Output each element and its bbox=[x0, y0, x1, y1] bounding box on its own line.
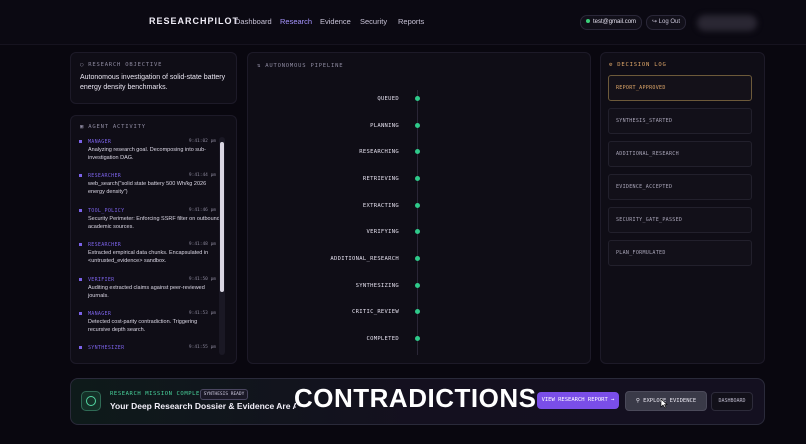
role-marker-icon bbox=[79, 174, 82, 177]
overlay-caption: CONTRADICTIONS bbox=[294, 383, 537, 413]
stage-complete-icon bbox=[415, 256, 420, 261]
activity-item: RESEARCHER 9:41:44 pm web_search("solid … bbox=[79, 173, 220, 196]
nav-security[interactable]: Security bbox=[360, 17, 387, 26]
objective-title-text: RESEARCH OBJECTIVE bbox=[88, 62, 163, 68]
decision-item[interactable]: PLAN_FORMULATED bbox=[608, 240, 752, 266]
nav-dashboard[interactable]: Dashboard bbox=[235, 17, 272, 26]
nav-divider bbox=[0, 44, 806, 45]
user-email-badge: test@gmail.com bbox=[580, 15, 642, 30]
activity-icon: ▣ bbox=[80, 124, 85, 130]
role-marker-icon bbox=[79, 346, 82, 349]
activity-time: 9:41:48 pm bbox=[188, 242, 216, 247]
pipeline-icon: ⇅ bbox=[257, 63, 262, 69]
stage-complete-icon bbox=[415, 336, 420, 341]
decision-item[interactable]: SYNTHESIS_STARTED bbox=[608, 108, 752, 134]
pipeline-spine bbox=[417, 90, 418, 355]
nav-research[interactable]: Research bbox=[280, 17, 312, 26]
stage-complete-icon bbox=[415, 283, 420, 288]
banner-title: Your Deep Research Dossier & Evidence Ar… bbox=[110, 401, 296, 411]
stage-complete-icon bbox=[415, 176, 420, 181]
pipeline-title: ⇅ AUTONOMOUS PIPELINE bbox=[257, 63, 343, 69]
stage-label: PLANNING bbox=[370, 123, 399, 129]
scrollbar-thumb[interactable] bbox=[220, 142, 224, 292]
activity-time: 9:41:44 pm bbox=[188, 173, 216, 178]
activity-message: Security Perimeter: Enforcing SSRF filte… bbox=[88, 216, 220, 230]
activity-title: ▣ AGENT ACTIVITY bbox=[80, 124, 146, 130]
activity-message: web_search("solid state battery 500 Wh/k… bbox=[88, 181, 207, 195]
stage-complete-icon bbox=[415, 96, 420, 101]
stage-complete-icon bbox=[415, 229, 420, 234]
activity-message: Extracted empirical data chunks. Encapsu… bbox=[88, 250, 209, 264]
dashboard-button[interactable]: DASHBOARD bbox=[711, 392, 753, 411]
stage-label: COMPLETED bbox=[366, 336, 399, 342]
stage-complete-icon bbox=[415, 203, 420, 208]
stage-label: SYNTHESIZING bbox=[355, 283, 399, 289]
role-marker-icon bbox=[79, 140, 82, 143]
check-circle-icon bbox=[81, 391, 101, 411]
stage-label: ADDITIONAL_RESEARCH bbox=[330, 256, 399, 262]
objective-title: ◯ RESEARCH OBJECTIVE bbox=[80, 62, 162, 68]
activity-time: 9:41:46 pm bbox=[188, 208, 216, 213]
evidence-icon: ⚲ bbox=[635, 398, 640, 404]
pipeline-title-text: AUTONOMOUS PIPELINE bbox=[265, 63, 344, 69]
logout-button[interactable]: ↪ Log Out bbox=[646, 15, 686, 30]
stage-complete-icon bbox=[415, 309, 420, 314]
activity-time: 9:41:55 pm bbox=[188, 345, 216, 350]
mission-complete-label: RESEARCH MISSION COMPLETE bbox=[110, 391, 208, 397]
activity-item: MANAGER 9:41:02 pm Analyzing research go… bbox=[79, 139, 220, 162]
activity-message: Detected cost-parity contradiction. Trig… bbox=[88, 319, 198, 333]
activity-time: 9:41:53 pm bbox=[188, 311, 216, 316]
brand-logo[interactable]: RESEARCHPILOT bbox=[149, 16, 239, 26]
view-report-button[interactable]: VIEW RESEARCH REPORT → bbox=[537, 392, 619, 409]
decision-title: ⚙ DECISION LOG bbox=[609, 62, 667, 68]
stage-label: CRITIC_REVIEW bbox=[352, 309, 399, 315]
activity-time: 9:41:50 pm bbox=[188, 277, 216, 282]
activity-item: VERIFIER 9:41:50 pm Auditing extracted c… bbox=[79, 277, 220, 300]
activity-scrollbar[interactable] bbox=[219, 137, 225, 355]
stage-label: EXTRACTING bbox=[362, 203, 399, 209]
decision-item[interactable]: SECURITY_GATE_PASSED bbox=[608, 207, 752, 233]
activity-item: RESEARCHER 9:41:48 pm Extracted empirica… bbox=[79, 242, 220, 265]
stage-label: RETRIEVING bbox=[362, 176, 399, 182]
logout-label: Log Out bbox=[658, 19, 681, 25]
logout-icon: ↪ bbox=[651, 19, 657, 25]
activity-title-text: AGENT ACTIVITY bbox=[88, 124, 146, 130]
target-icon: ◯ bbox=[80, 62, 85, 68]
stage-label: RESEARCHING bbox=[359, 149, 399, 155]
decision-item[interactable]: REPORT_APPROVED bbox=[608, 75, 752, 101]
synthesis-ready-badge: SYNTHESIS READY bbox=[200, 389, 248, 400]
stage-label: QUEUED bbox=[377, 96, 399, 102]
stage-label: VERIFYING bbox=[366, 229, 399, 235]
objective-text: Autonomous investigation of solid-state … bbox=[80, 74, 226, 91]
activity-time: 9:41:02 pm bbox=[188, 139, 216, 144]
mouse-cursor-icon bbox=[660, 398, 668, 409]
role-marker-icon bbox=[79, 278, 82, 281]
nav-evidence[interactable]: Evidence bbox=[320, 17, 351, 26]
avatar[interactable] bbox=[697, 15, 757, 31]
role-marker-icon bbox=[79, 312, 82, 315]
activity-message: Analyzing research goal. Decomposing int… bbox=[88, 147, 207, 161]
role-marker-icon bbox=[79, 209, 82, 212]
stage-complete-icon bbox=[415, 149, 420, 154]
activity-item: SYNTHESIZER 9:41:55 pm bbox=[79, 345, 220, 351]
nav-reports[interactable]: Reports bbox=[398, 17, 424, 26]
activity-item: TOOL_POLICY 9:41:46 pm Security Perimete… bbox=[79, 208, 220, 231]
explore-evidence-label: EXPLORE EVIDENCE bbox=[643, 398, 697, 404]
decision-title-text: DECISION LOG bbox=[617, 62, 667, 68]
decision-item[interactable]: ADDITIONAL_RESEARCH bbox=[608, 141, 752, 167]
decision-item[interactable]: EVIDENCE_ACCEPTED bbox=[608, 174, 752, 200]
top-nav: RESEARCHPILOT Dashboard Research Evidenc… bbox=[0, 0, 806, 44]
user-email: test@gmail.com bbox=[592, 19, 637, 25]
role-marker-icon bbox=[79, 243, 82, 246]
gavel-icon: ⚙ bbox=[609, 62, 614, 68]
stage-complete-icon bbox=[415, 123, 420, 128]
online-status-icon bbox=[585, 19, 590, 24]
activity-item: MANAGER 9:41:53 pm Detected cost-parity … bbox=[79, 311, 220, 334]
activity-message: Auditing extracted claims against peer-r… bbox=[88, 285, 205, 299]
